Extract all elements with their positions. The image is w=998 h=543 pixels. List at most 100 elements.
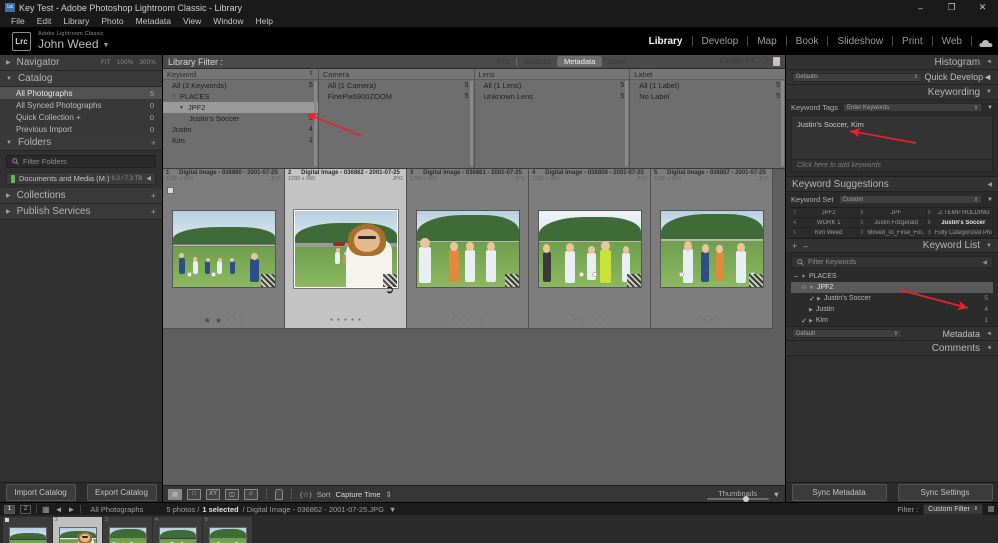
collapse-icon[interactable]: ◄ [983, 72, 992, 82]
chevron-updown-icon[interactable]: ⇕ [974, 105, 978, 111]
grid-cell[interactable]: 1 Digital Image - 036860 - 2001-07-25 128… [163, 169, 285, 329]
lightroom-badge[interactable]: Lrc [12, 31, 31, 51]
keywording-header[interactable]: Keywording ▼ [786, 85, 998, 100]
chevron-updown-icon[interactable]: ⇕ [974, 506, 978, 512]
triangle-icon[interactable]: ▼ [801, 274, 806, 280]
grid-cell[interactable]: 5 Digital Image - 036857 - 2001-07-25 128… [651, 169, 773, 329]
keyword-row-justin[interactable]: Justin 4 [163, 124, 318, 135]
screen-1-button[interactable]: 1 [4, 504, 15, 514]
rating-stars[interactable]: ★ ★ ● ● ● [163, 312, 284, 328]
rating-stars[interactable]: ● ● ● ● ● [407, 312, 528, 328]
keyword-list-row-justin[interactable]: ▶ Justin 4 [791, 304, 993, 315]
module-book[interactable]: Book [787, 36, 828, 47]
keyword-checkbox[interactable]: ○ [799, 284, 809, 291]
triangle-icon[interactable]: ▼ [809, 285, 814, 291]
keyword-set-cell[interactable]: 1 Kim Weed [791, 228, 859, 238]
star-empty-icon[interactable]: ● [724, 317, 727, 323]
keyword-suggestions-header[interactable]: Keyword Suggestions ◀ [786, 177, 998, 192]
metadata-preset-select[interactable]: Default ⇕ [792, 329, 902, 338]
quick-collection-marker[interactable] [167, 187, 174, 194]
rating-stars[interactable]: ● ● ● ● ● [529, 312, 650, 328]
triangle-icon[interactable]: ▶ [809, 318, 813, 324]
filmstrip-cell-selected[interactable]: 2 [53, 517, 102, 543]
minimize-button[interactable]: – [905, 0, 936, 15]
collapse-icon[interactable]: ◀ [982, 259, 987, 266]
catalog-item-all-photographs[interactable]: All Photographs 5 [0, 87, 162, 99]
sync-settings-button[interactable]: Sync Settings [897, 484, 993, 501]
lens-row-all[interactable]: All (1 Lens) 5 [475, 80, 630, 91]
keyword-row-kim[interactable]: Kim 1 [163, 135, 318, 146]
filter-folders-input[interactable]: Filter Folders [6, 155, 156, 168]
navigator-header[interactable]: ▶ Navigator FIT 100% 300% [0, 55, 162, 71]
star-empty-icon[interactable]: ● [473, 317, 476, 323]
rating-icon[interactable]: (☆) [300, 490, 312, 499]
identity-plate[interactable]: Adobe Lightroom Classic John Weed ▼ [38, 31, 109, 50]
filmstrip-thumbnail[interactable] [158, 526, 197, 543]
keyword-row-places[interactable]: ▽ PLACES [163, 91, 318, 102]
compare-view-icon[interactable]: XY [206, 488, 220, 500]
quick-develop-header[interactable]: Defaults ⇕ Quick Develop ◄ [786, 70, 998, 85]
forward-arrow-icon[interactable]: ► [67, 505, 75, 514]
collapse-icon[interactable]: ◄ [986, 331, 992, 337]
import-catalog-button[interactable]: Import Catalog [5, 484, 76, 501]
back-arrow-icon[interactable]: ◄ [55, 505, 63, 514]
triangle-right-icon[interactable]: ▶ [6, 59, 11, 66]
people-view-icon[interactable]: ☺ [244, 488, 258, 500]
grid-cell[interactable]: 4 Digital Image - 036859 - 2001-07-25 128… [529, 169, 651, 329]
triangle-icon[interactable]: ▽ [172, 94, 176, 100]
camera-row-finepix[interactable]: FinePix6900ZOOM 5 [319, 91, 474, 102]
lens-row-unknown[interactable]: Unknown Lens 5 [475, 91, 630, 102]
menu-metadata[interactable]: Metadata [130, 15, 177, 27]
keyword-set-cell[interactable]: 2 Moved_to_Final_Fol... [858, 228, 926, 238]
catalog-item-quick-collection[interactable]: Quick Collection + 0 [0, 111, 162, 123]
star-empty-icon[interactable]: ● [696, 317, 699, 323]
module-web[interactable]: Web [933, 36, 971, 47]
menu-photo[interactable]: Photo [95, 15, 129, 27]
menu-window[interactable]: Window [207, 15, 249, 27]
survey-view-icon[interactable]: ◫ [225, 488, 239, 500]
triangle-down-icon[interactable]: ▼ [6, 140, 12, 146]
keyword-set-cell[interactable]: 4 WORK 1 [791, 218, 859, 228]
filter-tab-metadata[interactable]: Metadata [558, 56, 602, 67]
module-develop[interactable]: Develop [693, 36, 748, 47]
toolbar-chevron-icon[interactable]: ▼ [773, 490, 780, 499]
filter-tab-none[interactable]: None [602, 56, 632, 67]
filter-column-header[interactable]: Label [630, 69, 785, 80]
star-empty-icon[interactable]: ● [703, 317, 706, 323]
filmstrip-thumbnail[interactable] [208, 526, 247, 543]
filmstrip-cell[interactable]: 4 [153, 517, 202, 543]
rating-stars[interactable]: ● ● ● ● ● [285, 312, 406, 328]
folder-volume-row[interactable]: Documents and Media (M:) 6.3 / 7.3 TB ◀ [6, 172, 156, 185]
star-empty-icon[interactable]: ● [358, 317, 361, 323]
camera-row-all[interactable]: All (1 Camera) 5 [319, 80, 474, 91]
keyword-set-select[interactable]: Custom ⇕ [838, 195, 983, 204]
star-empty-icon[interactable]: ● [337, 317, 340, 323]
scrollbar[interactable] [781, 81, 784, 166]
keyword-set-cell[interactable]: 9 .Z TEMP HOLDING [925, 208, 993, 218]
keyword-row-jpf2[interactable]: ▼ JPF2 [163, 102, 318, 113]
star-empty-icon[interactable]: ● [351, 317, 354, 323]
scrollbar[interactable] [625, 81, 629, 166]
catalog-header[interactable]: ▼ Catalog [0, 71, 162, 87]
metadata-header[interactable]: Default ⇕ Metadata ◄ [786, 326, 998, 341]
star-empty-icon[interactable]: ● [602, 317, 605, 323]
star-empty-icon[interactable]: ● [574, 317, 577, 323]
folders-header[interactable]: ▼ Folders + [0, 135, 162, 151]
triangle-right-icon[interactable]: ▶ [6, 208, 11, 215]
scrollbar[interactable] [313, 81, 317, 166]
keyword-list-row-justins-soccer[interactable]: ✓ ▶ Justin's Soccer 5 [791, 293, 993, 304]
filter-tab-attribute[interactable]: Attribute [517, 56, 557, 67]
add-publish-service-icon[interactable]: + [151, 207, 156, 217]
loupe-view-icon[interactable]: □ [187, 488, 201, 500]
spray-can-icon[interactable] [275, 488, 283, 500]
sync-metadata-button[interactable]: Sync Metadata [791, 484, 887, 501]
star-filled-icon[interactable]: ★ [204, 316, 211, 325]
cloud-sync-icon[interactable] [979, 39, 993, 48]
thumbnail-size-slider[interactable] [706, 495, 769, 502]
star-empty-icon[interactable]: ● [717, 317, 720, 323]
star-empty-icon[interactable]: ● [330, 317, 333, 323]
add-folder-icon[interactable]: + [151, 138, 156, 148]
triangle-icon[interactable]: ▼ [179, 105, 184, 111]
star-empty-icon[interactable]: ● [452, 317, 455, 323]
triangle-down-icon[interactable]: ▼ [987, 197, 993, 203]
